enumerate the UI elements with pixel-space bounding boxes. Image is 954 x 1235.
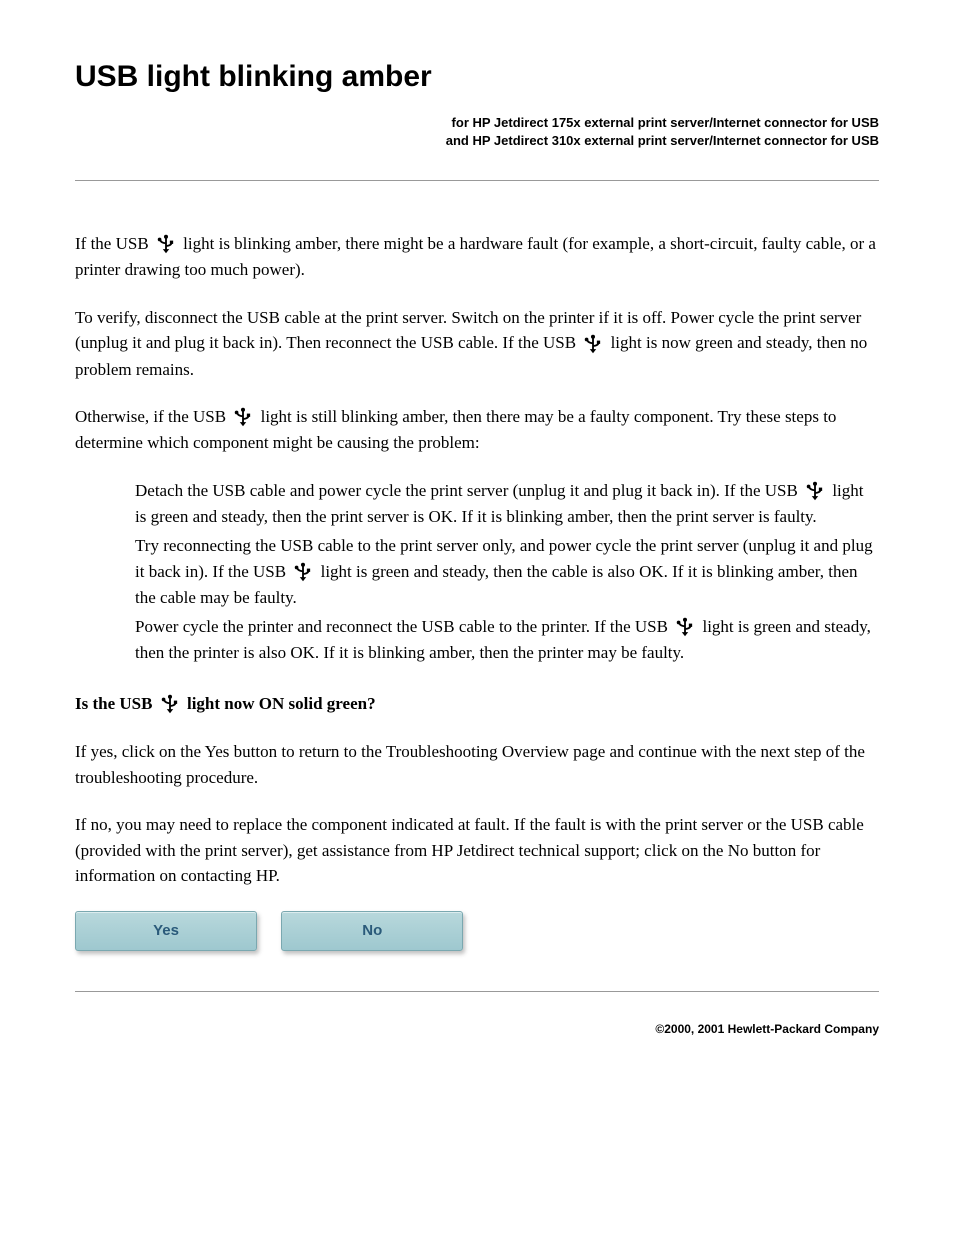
subtitle-line-2: and HP Jetdirect 310x external print ser…: [446, 133, 879, 148]
copyright: ©2000, 2001 Hewlett-Packard Company: [75, 1022, 879, 1036]
divider-bottom: [75, 991, 879, 992]
paragraph-if-yes: If yes, click on the Yes button to retur…: [75, 739, 879, 790]
usb-icon: [582, 333, 604, 357]
paragraph-verify: To verify, disconnect the USB cable at t…: [75, 305, 879, 382]
paragraph-if-no: If no, you may need to replace the compo…: [75, 812, 879, 889]
usb-icon: [155, 233, 177, 257]
steps-list: Detach the USB cable and power cycle the…: [135, 478, 879, 666]
usb-icon: [292, 561, 314, 585]
subtitle: for HP Jetdirect 175x external print ser…: [75, 114, 879, 150]
divider-top: [75, 180, 879, 181]
button-row: Yes No: [75, 911, 879, 951]
paragraph-intro: If the USB light is blinking amber, ther…: [75, 231, 879, 283]
question: Is the USB light now ON solid green?: [75, 691, 879, 717]
step-2: Try reconnecting the USB cable to the pr…: [135, 533, 879, 610]
step-3: Power cycle the printer and reconnect th…: [135, 614, 879, 666]
usb-icon: [232, 406, 254, 430]
paragraph-otherwise: Otherwise, if the USB light is still bli…: [75, 404, 879, 456]
no-button[interactable]: No: [281, 911, 463, 951]
usb-icon: [159, 693, 181, 717]
usb-icon: [804, 480, 826, 504]
yes-button[interactable]: Yes: [75, 911, 257, 951]
step-1: Detach the USB cable and power cycle the…: [135, 478, 879, 530]
subtitle-line-1: for HP Jetdirect 175x external print ser…: [452, 115, 879, 130]
page-title: USB light blinking amber: [75, 60, 879, 94]
usb-icon: [674, 616, 696, 640]
